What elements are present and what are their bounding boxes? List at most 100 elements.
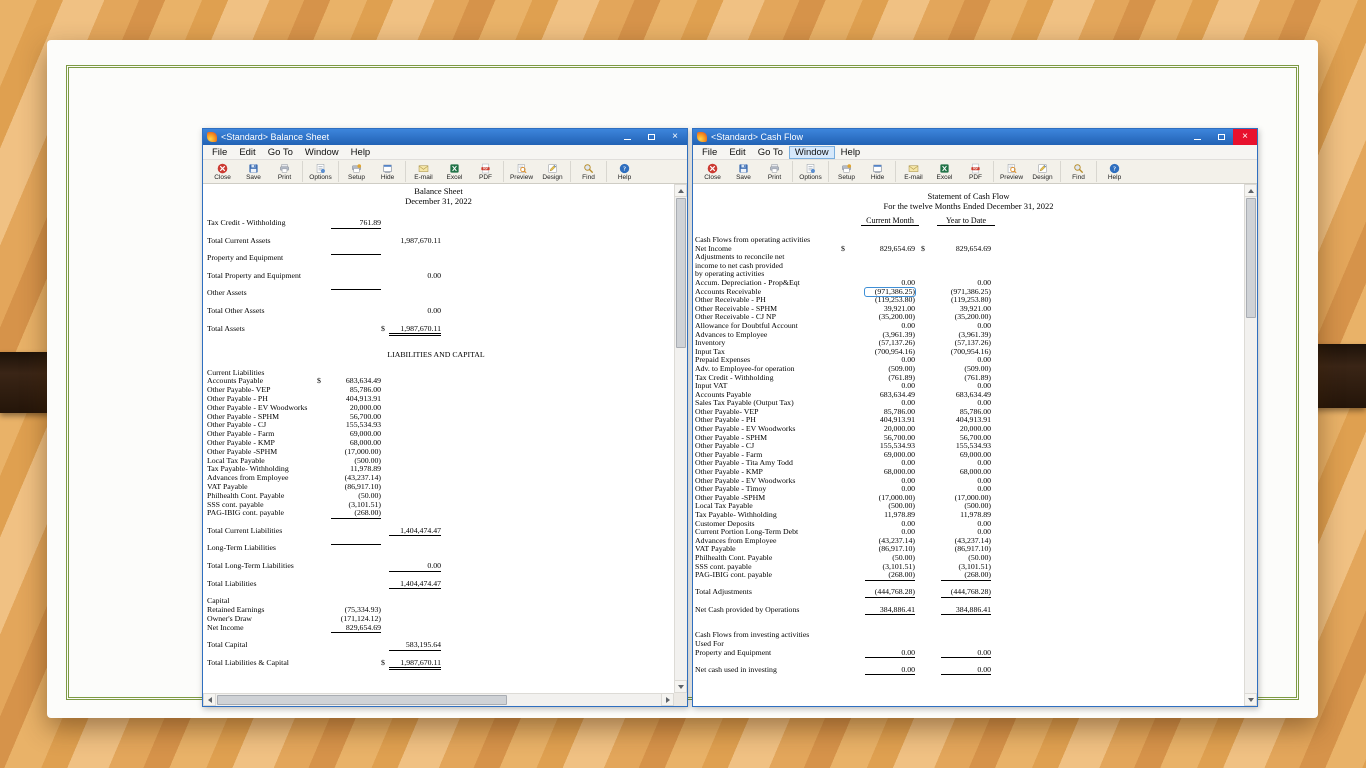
menu-item-file[interactable]: File bbox=[206, 146, 233, 159]
toolbar-button-email[interactable]: E-mail bbox=[898, 161, 929, 182]
report-row: Total Current Assets 1,987,670.11 bbox=[203, 236, 687, 246]
amount-cell-total[interactable]: 0.00 bbox=[941, 665, 991, 676]
scroll-up-button[interactable] bbox=[1244, 184, 1257, 197]
menu-item-go-to[interactable]: Go To bbox=[262, 146, 299, 159]
report-row: Total Liabilities 1,404,474.47 bbox=[203, 579, 687, 590]
toolbar-button-close[interactable]: Close bbox=[697, 161, 728, 182]
report-row: Other Payable- VEP 85,786.00 bbox=[203, 386, 687, 395]
report-row bbox=[693, 614, 1257, 623]
arrow-down-icon bbox=[677, 684, 684, 689]
minimize-button[interactable] bbox=[1185, 129, 1209, 145]
toolbar-button-excel[interactable]: Excel bbox=[929, 161, 960, 182]
scroll-right-button[interactable] bbox=[661, 693, 674, 706]
toolbar-button-print[interactable]: Print bbox=[759, 161, 790, 182]
report-row: Advances from Employee (43,237.14) bbox=[203, 474, 687, 483]
toolbar-button-hide[interactable]: Hide bbox=[862, 161, 893, 182]
vertical-scrollbar[interactable] bbox=[1244, 184, 1257, 706]
amount-cell-current[interactable]: 0.00 bbox=[865, 665, 915, 676]
toolbar-button-options[interactable]: Options bbox=[795, 161, 826, 182]
report-row: Total Adjustments (444,768.28) (444,768.28… bbox=[693, 588, 1257, 598]
menu-item-file[interactable]: File bbox=[696, 146, 723, 159]
scroll-down-button[interactable] bbox=[1244, 693, 1257, 706]
close-button[interactable]: × bbox=[1233, 129, 1257, 145]
arrow-right-icon bbox=[665, 696, 670, 703]
toolbar-button-email[interactable]: E-mail bbox=[408, 161, 439, 182]
arrow-up-icon bbox=[677, 188, 684, 193]
titlebar[interactable]: <Standard> Balance Sheet × bbox=[203, 129, 687, 145]
amount-cell-total[interactable]: 0.00 bbox=[389, 271, 441, 281]
scroll-down-button[interactable] bbox=[674, 680, 687, 693]
close-button[interactable]: × bbox=[663, 129, 687, 145]
toolbar-button-label: Save bbox=[246, 174, 261, 181]
amount-cell-current[interactable] bbox=[331, 289, 381, 291]
report-row bbox=[203, 632, 687, 641]
amount-cell-total[interactable]: 1,987,670.11 bbox=[389, 236, 441, 246]
vertical-scroll-thumb[interactable] bbox=[1246, 198, 1256, 318]
toolbar-button-pdf[interactable]: PDF PDF bbox=[470, 161, 501, 182]
toolbar-button-design[interactable]: Design bbox=[537, 161, 568, 182]
toolbar-button-help[interactable]: ? Help bbox=[609, 161, 640, 182]
menu-item-window[interactable]: Window bbox=[788, 145, 835, 159]
row-label: PAG-IBIG cont. payable bbox=[207, 508, 285, 518]
amount-cell-current[interactable]: (50.00) bbox=[331, 491, 381, 501]
toolbar-button-preview[interactable]: Preview bbox=[506, 161, 537, 182]
toolbar-button-close[interactable]: Close bbox=[207, 161, 238, 182]
horizontal-scroll-thumb[interactable] bbox=[217, 695, 507, 705]
toolbar-button-preview[interactable]: Preview bbox=[996, 161, 1027, 182]
find-icon bbox=[583, 162, 594, 174]
report-body: Tax Credit - Withholding 761.89 Total Curr… bbox=[203, 206, 687, 670]
toolbar-button-setup[interactable]: Setup bbox=[341, 161, 372, 182]
titlebar[interactable]: <Standard> Cash Flow × bbox=[693, 129, 1257, 145]
toolbar-button-find[interactable]: Find bbox=[573, 161, 604, 182]
amount-cell-current[interactable]: 829,654.69 bbox=[865, 244, 915, 254]
vertical-scroll-thumb[interactable] bbox=[676, 198, 686, 348]
menu-item-help[interactable]: Help bbox=[835, 146, 867, 159]
amount-cell-total[interactable]: 1,987,670.11 bbox=[389, 658, 441, 670]
toolbar-button-save[interactable]: Save bbox=[238, 161, 269, 182]
toolbar-button-setup[interactable]: Setup bbox=[831, 161, 862, 182]
report-row: income to net cash provided bbox=[693, 261, 1257, 271]
setup-icon bbox=[351, 162, 362, 174]
toolbar-button-options[interactable]: Options bbox=[305, 161, 336, 182]
report-row: Net cash used in investing 0.00 0.00 bbox=[693, 664, 1257, 676]
row-label: Net cash used in investing bbox=[695, 664, 777, 674]
report-row: Other Payable - EV Woodworks 0.00 0.00 bbox=[693, 476, 1257, 486]
amount-cell-total[interactable]: 829,654.69 bbox=[941, 244, 991, 254]
amount-cell-current[interactable] bbox=[331, 544, 381, 546]
horizontal-scrollbar[interactable] bbox=[203, 693, 674, 706]
toolbar-button-help[interactable]: ? Help bbox=[1099, 161, 1130, 182]
excel-icon bbox=[449, 162, 460, 174]
report-row bbox=[203, 298, 687, 307]
setup-icon bbox=[841, 162, 852, 174]
amount-cell-total[interactable]: 0.00 bbox=[389, 306, 441, 316]
menubar: File Edit Go To Window Help bbox=[203, 145, 687, 160]
toolbar-button-hide[interactable]: Hide bbox=[372, 161, 403, 182]
toolbar-button-design[interactable]: Design bbox=[1027, 161, 1058, 182]
amount-cell-current[interactable] bbox=[331, 254, 381, 256]
minimize-button[interactable] bbox=[615, 129, 639, 145]
row-label: Net Income bbox=[207, 622, 244, 632]
arrow-down-icon bbox=[1247, 697, 1254, 702]
toolbar-button-excel[interactable]: Excel bbox=[439, 161, 470, 182]
menu-item-help[interactable]: Help bbox=[345, 146, 377, 159]
menu-item-window[interactable]: Window bbox=[299, 146, 345, 159]
toolbar-button-label: Hide bbox=[870, 174, 885, 181]
menu-item-edit[interactable]: Edit bbox=[233, 146, 261, 159]
menu-item-edit[interactable]: Edit bbox=[723, 146, 751, 159]
cash-flow-window: <Standard> Cash Flow × File Edit Go To Wind… bbox=[692, 128, 1258, 707]
maximize-button[interactable] bbox=[1209, 129, 1233, 145]
pdf-icon: PDF bbox=[970, 162, 981, 174]
toolbar-button-print[interactable]: Print bbox=[269, 161, 300, 182]
toolbar-button-find[interactable]: Find bbox=[1063, 161, 1094, 182]
dollar-sign: $ bbox=[921, 243, 925, 253]
menu-item-go-to[interactable]: Go To bbox=[752, 146, 789, 159]
maximize-button[interactable] bbox=[639, 129, 663, 145]
report-row: Total Long-Term Liabilities 0.00 bbox=[203, 561, 687, 572]
vertical-scrollbar[interactable] bbox=[674, 184, 687, 693]
toolbar-button-save[interactable]: Save bbox=[728, 161, 759, 182]
desktop: <Standard> Balance Sheet × File Edit Go To… bbox=[0, 0, 1366, 768]
toolbar-button-pdf[interactable]: PDF PDF bbox=[960, 161, 991, 182]
scroll-left-button[interactable] bbox=[203, 693, 216, 706]
scroll-up-button[interactable] bbox=[674, 184, 687, 197]
minimize-icon bbox=[1193, 139, 1201, 140]
